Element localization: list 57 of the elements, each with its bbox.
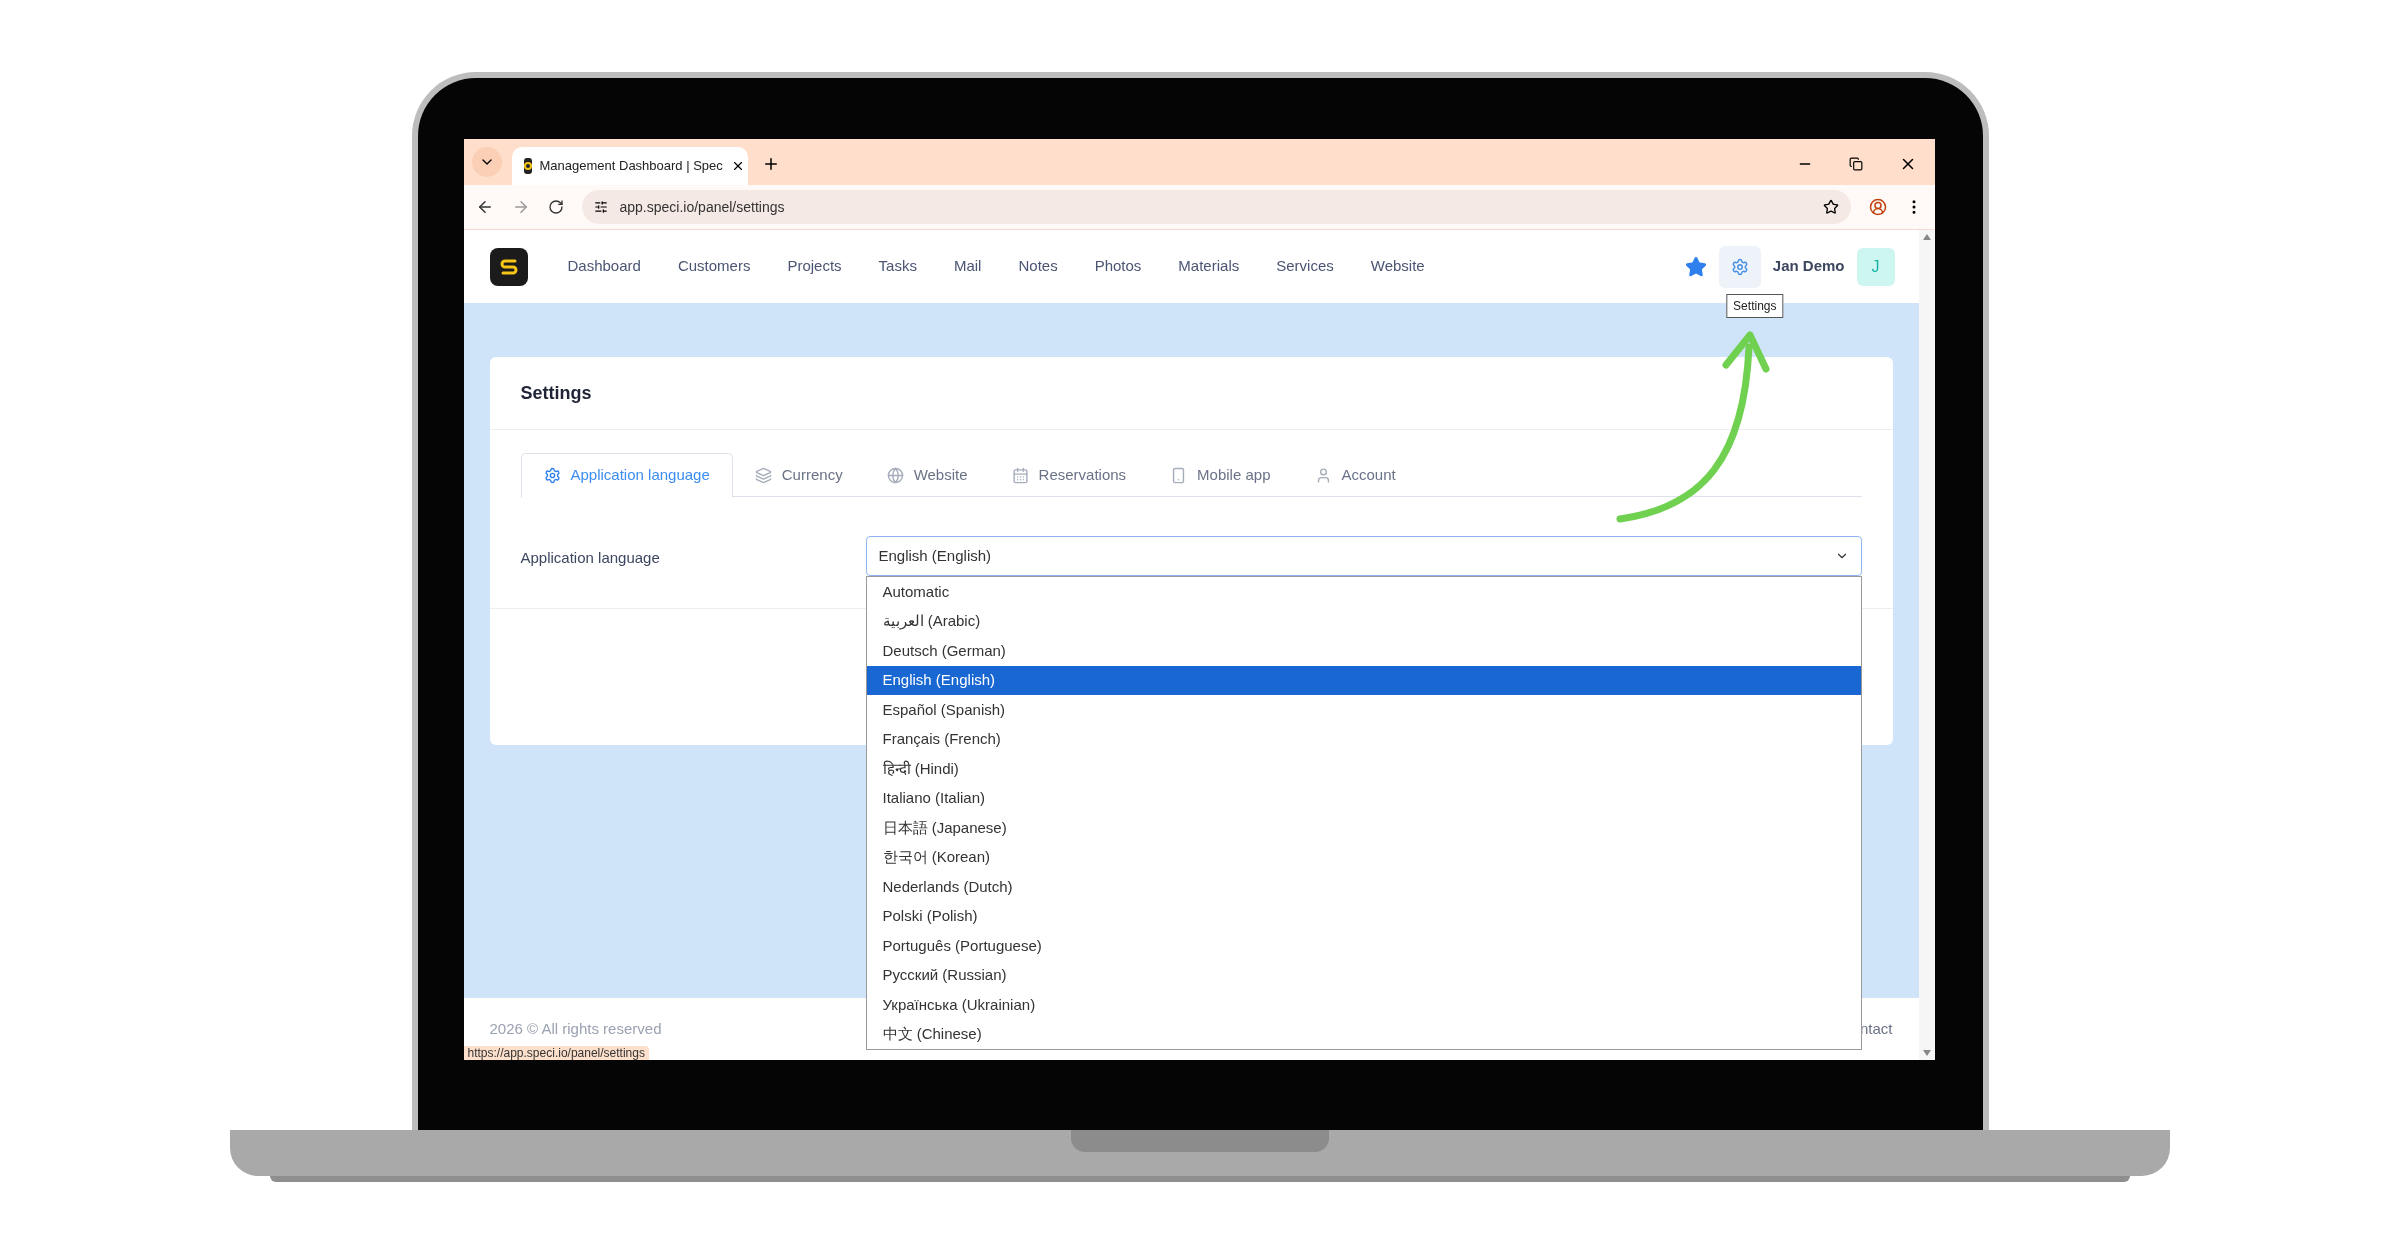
dropdown-option[interactable]: Italiano (Italian): [866, 783, 1861, 813]
favorites-star-icon[interactable]: [1684, 255, 1707, 278]
dropdown-option[interactable]: العربية (Arabic): [866, 606, 1861, 636]
dropdown-option[interactable]: Português (Portuguese): [866, 931, 1861, 961]
app-logo[interactable]: [489, 247, 528, 286]
nav-link[interactable]: Customers: [677, 255, 751, 278]
address-bar[interactable]: app.speci.io/panel/settings: [581, 190, 1851, 224]
nav-link[interactable]: Materials: [1178, 255, 1240, 278]
tab-title: Management Dashboard | Spec: [539, 157, 723, 176]
nav-link[interactable]: Photos: [1094, 255, 1142, 278]
nav-link[interactable]: Website: [1370, 255, 1425, 278]
dropdown-option[interactable]: 日本語 (Japanese): [866, 813, 1861, 843]
bookmark-star-icon[interactable]: [1822, 199, 1839, 215]
nav-link[interactable]: Notes: [1018, 255, 1058, 278]
language-select[interactable]: English (English): [865, 536, 1862, 576]
nav-link[interactable]: Mail: [953, 255, 982, 278]
tab-icon: [886, 466, 904, 484]
dropdown-option[interactable]: हिन्दी (Hindi): [866, 754, 1861, 784]
dropdown-option[interactable]: Automatic: [866, 577, 1861, 607]
browser-tab[interactable]: Management Dashboard | Spec: [511, 147, 748, 185]
settings-tab[interactable]: Reservations: [989, 453, 1149, 497]
dropdown-option[interactable]: 한국어 (Korean): [866, 842, 1861, 872]
nav-link[interactable]: Projects: [787, 255, 842, 278]
tab-icon: [754, 466, 772, 484]
tooltip: Settings: [1726, 293, 1784, 318]
settings-button[interactable]: [1718, 245, 1761, 288]
dropdown-option[interactable]: Русский (Russian): [866, 960, 1861, 990]
dropdown-option[interactable]: 中文 (Chinese): [866, 1019, 1861, 1049]
settings-tab[interactable]: Mobile app: [1148, 453, 1293, 497]
card-title: Settings: [520, 381, 592, 405]
settings-tab[interactable]: Currency: [732, 453, 865, 497]
nav-link[interactable]: Dashboard: [567, 255, 641, 278]
nav-link[interactable]: Tasks: [878, 255, 917, 278]
tab-icon: [543, 467, 561, 484]
settings-tab[interactable]: Account: [1292, 453, 1418, 497]
settings-tab[interactable]: Website: [864, 453, 990, 497]
settings-icon: [1730, 257, 1749, 276]
user-name[interactable]: Jan Demo: [1772, 255, 1845, 278]
tab-icon: [1011, 466, 1029, 484]
dropdown-option[interactable]: Українська (Ukrainian): [866, 990, 1861, 1020]
tab-list-button[interactable]: [471, 147, 502, 177]
logo-icon: [523, 158, 532, 174]
dropdown-option[interactable]: Español (Spanish): [866, 695, 1861, 725]
reload-icon[interactable]: [547, 199, 564, 215]
dropdown-option[interactable]: Français (French): [866, 724, 1861, 754]
dropdown-option[interactable]: Nederlands (Dutch): [866, 872, 1861, 902]
site-settings-icon[interactable]: [593, 200, 608, 214]
profile-icon[interactable]: [1868, 198, 1887, 216]
dropdown-option[interactable]: English (English): [866, 665, 1861, 695]
url-text: app.speci.io/panel/settings: [619, 197, 785, 217]
restore-icon[interactable]: [1848, 157, 1863, 171]
field-label: Application language: [520, 548, 661, 568]
dropdown-option[interactable]: Polski (Polish): [866, 901, 1861, 931]
nav-link[interactable]: Services: [1276, 255, 1334, 278]
dropdown-option[interactable]: Deutsch (German): [866, 636, 1861, 666]
status-url: https://app.speci.io/panel/settings: [463, 1046, 649, 1060]
copyright-text: 2026 © All rights reserved: [489, 1018, 662, 1039]
